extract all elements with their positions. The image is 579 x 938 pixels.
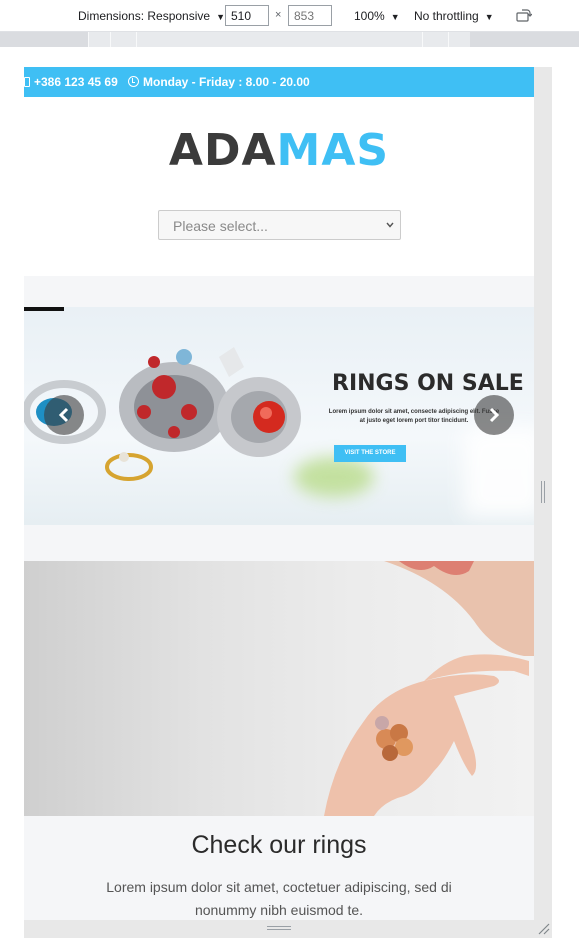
throttling-dropdown[interactable]: No throttling ▼ <box>414 9 494 23</box>
resize-grip-icon <box>267 926 291 930</box>
background-blur <box>464 427 534 517</box>
resize-grip-icon <box>541 481 545 503</box>
section-heading: Check our rings <box>191 831 367 859</box>
zoom-label: 100% <box>354 9 385 23</box>
caret-down-icon: ▼ <box>390 12 400 22</box>
viewport-resize-handle-bottom[interactable] <box>24 920 552 938</box>
times-symbol: × <box>275 9 282 21</box>
emulated-viewport: +386 123 45 69 Monday - Friday : 8.00 - … <box>24 67 534 920</box>
dimensions-dropdown[interactable]: Dimensions: Responsive ▼ <box>78 9 225 23</box>
dimensions-label: Dimensions: Responsive <box>78 9 211 23</box>
rotate-device-icon[interactable] <box>516 8 532 22</box>
phone-number: +386 123 45 69 <box>34 75 118 89</box>
spacer-band <box>24 525 534 561</box>
slide-progress-bar <box>24 307 64 311</box>
clock-icon <box>128 76 139 87</box>
slide-title: RINGS ON SALE <box>332 371 524 396</box>
phone-info: +386 123 45 69 <box>24 75 118 89</box>
caret-down-icon: ▼ <box>216 12 225 22</box>
contact-bar: +386 123 45 69 Monday - Friday : 8.00 - … <box>24 67 534 97</box>
logo-part-dark: ADA <box>168 125 277 176</box>
site-logo[interactable]: ADAMAS <box>24 125 534 176</box>
rings-section: Check our rings Lorem ipsum dolor sit am… <box>24 816 534 920</box>
chevron-left-icon <box>58 407 69 423</box>
select-placeholder: Please select... <box>173 218 268 234</box>
media-query-bar[interactable] <box>136 32 422 47</box>
visit-store-button[interactable]: VISIT THE STORE <box>334 445 406 462</box>
section-paragraph: Lorem ipsum dolor sit amet, coctetuer ad… <box>106 879 452 918</box>
slider-next-button[interactable] <box>474 395 514 435</box>
throttling-label: No throttling <box>414 9 479 23</box>
media-query-bar[interactable] <box>88 32 110 47</box>
logo-part-blue: MAS <box>276 125 390 176</box>
chevron-down-icon <box>386 222 394 228</box>
chevron-right-icon <box>489 407 500 423</box>
device-toolbar: Dimensions: Responsive ▼ × 100% ▼ No throt… <box>0 0 579 32</box>
viewport-resize-handle-right[interactable] <box>534 67 552 920</box>
hours-text: Monday - Friday : 8.00 - 20.00 <box>143 75 310 89</box>
hand-ring-image <box>24 561 534 816</box>
opening-hours: Monday - Friday : 8.00 - 20.00 <box>128 75 310 89</box>
spacer-band <box>24 276 534 307</box>
media-query-bar[interactable] <box>448 32 470 47</box>
height-input[interactable] <box>288 5 332 26</box>
resize-corner-icon[interactable] <box>537 922 550 935</box>
media-query-ruler <box>0 32 579 47</box>
media-query-bar[interactable] <box>422 32 448 47</box>
slider-prev-button[interactable] <box>44 395 84 435</box>
width-input[interactable] <box>225 5 269 26</box>
media-query-bar[interactable] <box>110 32 136 47</box>
navigation-select[interactable]: Please select... <box>158 210 401 240</box>
caret-down-icon: ▼ <box>484 12 494 22</box>
phone-icon <box>24 77 30 87</box>
zoom-dropdown[interactable]: 100% ▼ <box>354 9 400 23</box>
hand-ring-photo <box>324 561 534 816</box>
hero-slider[interactable]: RINGS ON SALE Lorem ipsum dolor sit amet… <box>24 307 534 525</box>
